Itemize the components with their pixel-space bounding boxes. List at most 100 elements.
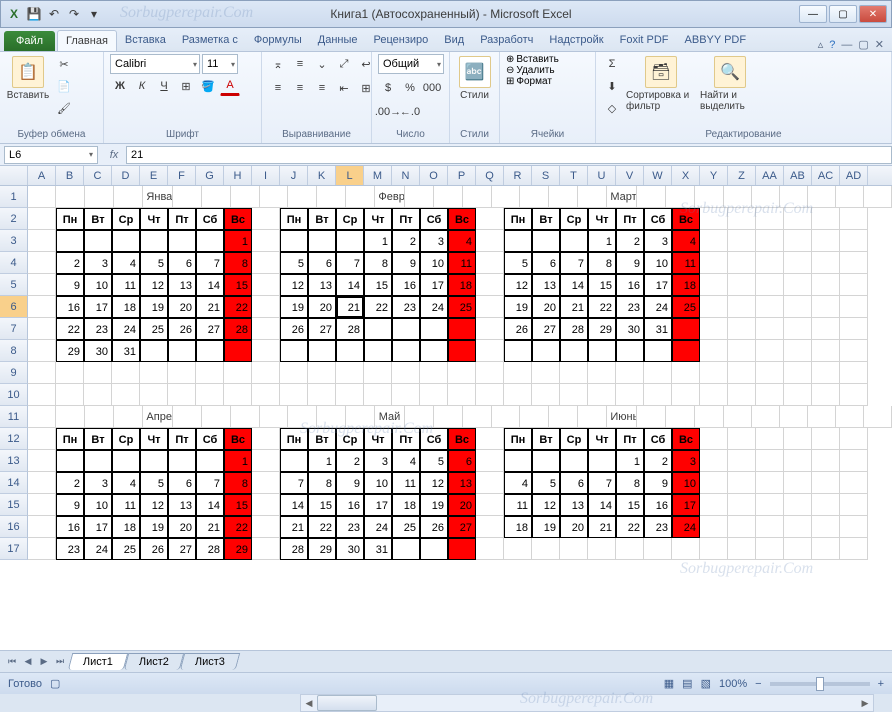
cell-D5[interactable]: 11 <box>112 274 140 296</box>
cell-D13[interactable] <box>112 450 140 472</box>
cell-N6[interactable]: 23 <box>392 296 420 318</box>
cell-Z9[interactable] <box>728 362 756 384</box>
cell-D8[interactable]: 31 <box>112 340 140 362</box>
cell-U1[interactable]: Март <box>607 186 636 208</box>
find-select-button[interactable]: 🔍Найти и выделить <box>700 54 760 112</box>
cell-AC10[interactable] <box>812 384 840 406</box>
cell-P13[interactable]: 6 <box>448 450 476 472</box>
cell-C12[interactable]: Вт <box>84 428 112 450</box>
cell-N13[interactable]: 4 <box>392 450 420 472</box>
cell-D14[interactable]: 4 <box>112 472 140 494</box>
spreadsheet-grid[interactable]: ABCDEFGHIJKLMNOPQRSTUVWXYZAAABACAD 1Янва… <box>0 166 892 650</box>
cell-Z8[interactable] <box>728 340 756 362</box>
column-header-L[interactable]: L <box>336 166 364 185</box>
cell-K11[interactable] <box>317 406 346 428</box>
cell-R17[interactable] <box>504 538 532 560</box>
cell-AA12[interactable] <box>756 428 784 450</box>
cell-O2[interactable]: Сб <box>420 208 448 230</box>
cell-AA4[interactable] <box>756 252 784 274</box>
fill-color-button[interactable]: 🪣 <box>198 76 218 96</box>
ribbon-minimize-icon[interactable]: ▵ <box>818 38 824 51</box>
cell-B6[interactable]: 16 <box>56 296 84 318</box>
cell-Y6[interactable] <box>700 296 728 318</box>
cell-P3[interactable]: 4 <box>448 230 476 252</box>
cell-H12[interactable]: Вс <box>224 428 252 450</box>
ribbon-tab-4[interactable]: Данные <box>310 30 366 51</box>
cell-L14[interactable]: 9 <box>336 472 364 494</box>
cell-AA1[interactable] <box>780 186 808 208</box>
cell-V10[interactable] <box>616 384 644 406</box>
cell-Y16[interactable] <box>700 516 728 538</box>
cell-M13[interactable]: 3 <box>364 450 392 472</box>
cell-H10[interactable] <box>224 384 252 406</box>
cell-Z17[interactable] <box>728 538 756 560</box>
cell-Y1[interactable] <box>724 186 752 208</box>
cell-Y13[interactable] <box>700 450 728 472</box>
cell-R3[interactable] <box>504 230 532 252</box>
cell-J7[interactable]: 26 <box>280 318 308 340</box>
cell-U16[interactable]: 21 <box>588 516 616 538</box>
cell-T4[interactable]: 7 <box>560 252 588 274</box>
cell-E11[interactable]: Апрель <box>143 406 172 428</box>
cell-R6[interactable]: 19 <box>504 296 532 318</box>
cell-H9[interactable] <box>224 362 252 384</box>
cell-I6[interactable] <box>252 296 280 318</box>
cell-AD1[interactable] <box>864 186 892 208</box>
cell-A1[interactable] <box>28 186 56 208</box>
row-header-1[interactable]: 1 <box>0 186 28 208</box>
cell-AD13[interactable] <box>840 450 868 472</box>
cell-I13[interactable] <box>252 450 280 472</box>
column-header-A[interactable]: A <box>28 166 56 185</box>
cell-W8[interactable] <box>644 340 672 362</box>
cell-V16[interactable]: 22 <box>616 516 644 538</box>
column-header-V[interactable]: V <box>616 166 644 185</box>
cell-AC1[interactable] <box>836 186 864 208</box>
row-header-17[interactable]: 17 <box>0 538 28 560</box>
cell-O4[interactable]: 10 <box>420 252 448 274</box>
cell-AB13[interactable] <box>784 450 812 472</box>
cell-H5[interactable]: 15 <box>224 274 252 296</box>
cell-I1[interactable] <box>260 186 288 208</box>
cell-I8[interactable] <box>252 340 280 362</box>
cell-E3[interactable] <box>140 230 168 252</box>
cell-F14[interactable]: 6 <box>168 472 196 494</box>
cell-T6[interactable]: 21 <box>560 296 588 318</box>
cell-Q8[interactable] <box>476 340 504 362</box>
cell-F4[interactable]: 6 <box>168 252 196 274</box>
cell-AD4[interactable] <box>840 252 868 274</box>
cell-D15[interactable]: 11 <box>112 494 140 516</box>
cell-Y2[interactable] <box>700 208 728 230</box>
cell-M15[interactable]: 17 <box>364 494 392 516</box>
cell-L3[interactable] <box>336 230 364 252</box>
row-header-11[interactable]: 11 <box>0 406 28 428</box>
cell-X12[interactable]: Вс <box>672 428 700 450</box>
column-header-W[interactable]: W <box>644 166 672 185</box>
column-header-Q[interactable]: Q <box>476 166 504 185</box>
cell-O11[interactable] <box>434 406 463 428</box>
cell-B16[interactable]: 16 <box>56 516 84 538</box>
cell-X8[interactable] <box>672 340 700 362</box>
cell-E12[interactable]: Чт <box>140 428 168 450</box>
cell-W11[interactable] <box>666 406 695 428</box>
cell-AB12[interactable] <box>784 428 812 450</box>
cell-D10[interactable] <box>112 384 140 406</box>
cell-F6[interactable]: 20 <box>168 296 196 318</box>
cell-S1[interactable] <box>549 186 578 208</box>
row-header-7[interactable]: 7 <box>0 318 28 340</box>
cell-L15[interactable]: 16 <box>336 494 364 516</box>
row-header-14[interactable]: 14 <box>0 472 28 494</box>
cell-I17[interactable] <box>252 538 280 560</box>
cell-R9[interactable] <box>504 362 532 384</box>
cell-W5[interactable]: 17 <box>644 274 672 296</box>
cell-AD11[interactable] <box>864 406 892 428</box>
cell-Q7[interactable] <box>476 318 504 340</box>
cell-W14[interactable]: 9 <box>644 472 672 494</box>
cell-Q17[interactable] <box>476 538 504 560</box>
cell-Q4[interactable] <box>476 252 504 274</box>
column-header-S[interactable]: S <box>532 166 560 185</box>
cell-U6[interactable]: 22 <box>588 296 616 318</box>
cell-E1[interactable]: Январь <box>143 186 172 208</box>
cell-L7[interactable]: 28 <box>336 318 364 340</box>
cell-K17[interactable]: 29 <box>308 538 336 560</box>
cell-W3[interactable]: 3 <box>644 230 672 252</box>
